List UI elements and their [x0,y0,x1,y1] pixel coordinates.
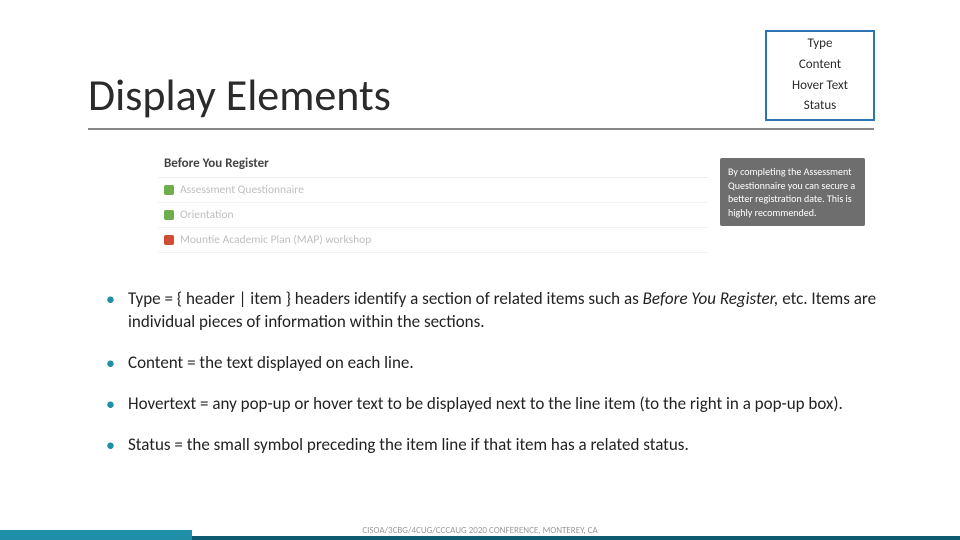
hover-popup: By completing the Assessment Questionnai… [720,158,865,226]
box-line-hover: Hover Text [767,76,873,97]
example-row-label: Mountie Academic Plan (MAP) workshop [180,233,371,247]
check-icon [164,185,174,195]
check-icon [164,210,174,220]
footer-text: CISOA/3CBG/4CUG/CCCAUG 2020 CONFERENCE, … [0,525,960,536]
example-panel: Before You Register Assessment Questionn… [158,150,708,253]
example-header: Before You Register [158,150,708,178]
bullet-item: Content = the text displayed on each lin… [100,352,890,375]
title-underline [88,128,874,130]
slide-title: Display Elements [88,68,391,122]
bullet-item: Hovertext = any pop-up or hover text to … [100,393,890,416]
x-icon [164,235,174,245]
box-line-type: Type [767,34,873,55]
example-row: Orientation [158,203,708,228]
bullet-item: Type = { header | item } headers identif… [100,288,890,334]
example-row: Assessment Questionnaire [158,178,708,203]
example-row-label: Assessment Questionnaire [180,183,304,197]
example-row-label: Orientation [180,208,234,222]
bullet-item: Status = the small symbol preceding the … [100,434,890,457]
example-row: Mountie Academic Plan (MAP) workshop [158,228,708,253]
box-line-status: Status [767,96,873,117]
bullet-list: Type = { header | item } headers identif… [100,288,890,475]
attribute-box: Type Content Hover Text Status [765,30,875,121]
box-line-content: Content [767,55,873,76]
